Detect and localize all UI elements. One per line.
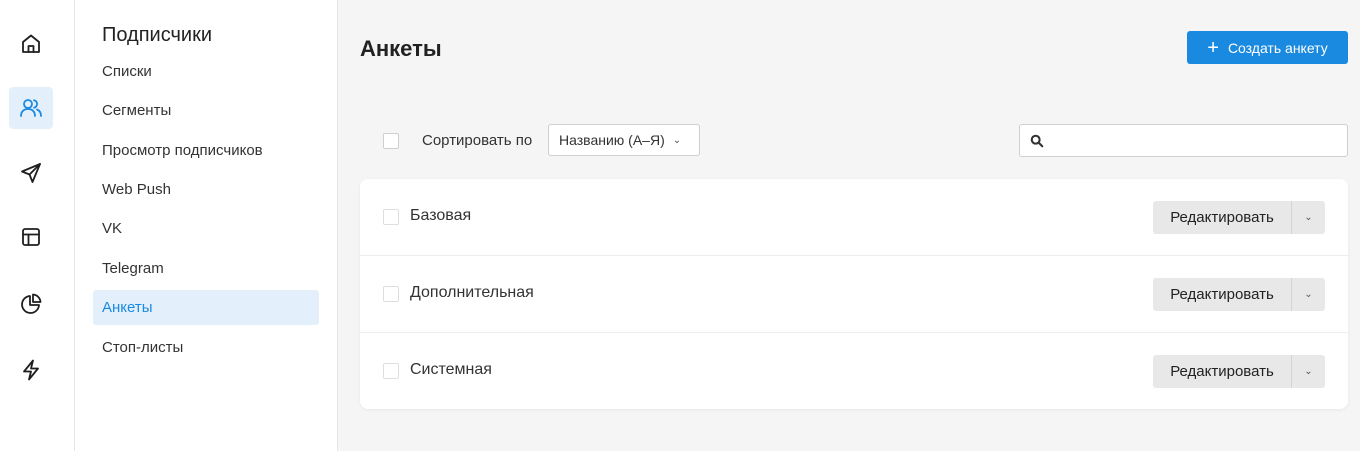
subnav: Подписчики Списки Сегменты Просмотр подп… (75, 0, 338, 451)
rail-item-templates[interactable] (9, 216, 53, 258)
edit-dropdown-button[interactable]: ⌄ (1292, 355, 1325, 388)
send-icon (21, 163, 41, 183)
search-box (1019, 124, 1348, 157)
subnav-item-view-subscribers[interactable]: Просмотр подписчиков (93, 133, 319, 168)
subnav-item-stop-lists[interactable]: Стоп-листы (93, 330, 319, 365)
row-checkbox[interactable] (383, 209, 399, 225)
subnav-title: Подписчики (102, 24, 213, 46)
lightning-icon (23, 359, 39, 381)
layout-icon (22, 228, 40, 246)
subscribers-icon (20, 99, 42, 117)
form-name: Базовая (410, 207, 472, 224)
chevron-down-icon: ⌄ (672, 134, 682, 146)
subnav-item-lists[interactable]: Списки (93, 54, 319, 89)
form-name: Системная (410, 361, 492, 378)
sort-select[interactable]: Названию (А–Я) ⌄ (548, 124, 700, 156)
rail-item-send[interactable] (9, 152, 53, 194)
rail-item-home[interactable] (9, 23, 53, 65)
edit-button[interactable]: Редактировать (1153, 278, 1292, 311)
subnav-item-web-push[interactable]: Web Push (93, 172, 319, 207)
sort-label: Сортировать по (422, 132, 533, 149)
sort-select-value: Названию (А–Я) (559, 132, 665, 148)
search-input[interactable] (1050, 125, 1347, 156)
subnav-item-vk[interactable]: VK (93, 211, 319, 246)
edit-button-group: Редактировать ⌄ (1153, 355, 1325, 388)
row-checkbox[interactable] (383, 286, 399, 302)
form-name: Дополнительная (410, 284, 534, 301)
edit-button-group: Редактировать ⌄ (1153, 278, 1325, 311)
edit-button[interactable]: Редактировать (1153, 201, 1292, 234)
forms-list: Базовая Редактировать ⌄ Дополнительная Р… (360, 179, 1348, 409)
list-item: Дополнительная Редактировать ⌄ (360, 255, 1348, 332)
plus-icon: + (1207, 36, 1219, 59)
pie-chart-icon (21, 293, 42, 314)
home-icon (22, 34, 40, 53)
subnav-item-telegram[interactable]: Telegram (93, 251, 319, 286)
edit-dropdown-button[interactable]: ⌄ (1292, 278, 1325, 311)
edit-dropdown-button[interactable]: ⌄ (1292, 201, 1325, 234)
rail-item-automation[interactable] (9, 349, 53, 391)
list-item: Базовая Редактировать ⌄ (360, 179, 1348, 256)
chevron-down-icon: ⌄ (1304, 366, 1313, 377)
edit-button-group: Редактировать ⌄ (1153, 201, 1325, 234)
row-checkbox[interactable] (383, 363, 399, 379)
list-item: Системная Редактировать ⌄ (360, 332, 1348, 409)
create-form-label: Создать анкету (1227, 39, 1328, 56)
page-title: Анкеты (360, 36, 442, 61)
chevron-down-icon: ⌄ (1304, 212, 1313, 223)
icon-rail (0, 0, 75, 451)
subnav-item-forms[interactable]: Анкеты (93, 290, 319, 325)
rail-item-analytics[interactable] (9, 283, 53, 325)
chevron-down-icon: ⌄ (1304, 289, 1313, 300)
create-form-button[interactable]: + Создать анкету (1187, 31, 1348, 64)
subnav-item-segments[interactable]: Сегменты (93, 93, 319, 128)
search-icon (1030, 134, 1044, 147)
edit-button[interactable]: Редактировать (1153, 355, 1292, 388)
select-all-checkbox[interactable] (383, 133, 399, 149)
rail-item-subscribers[interactable] (9, 87, 53, 129)
